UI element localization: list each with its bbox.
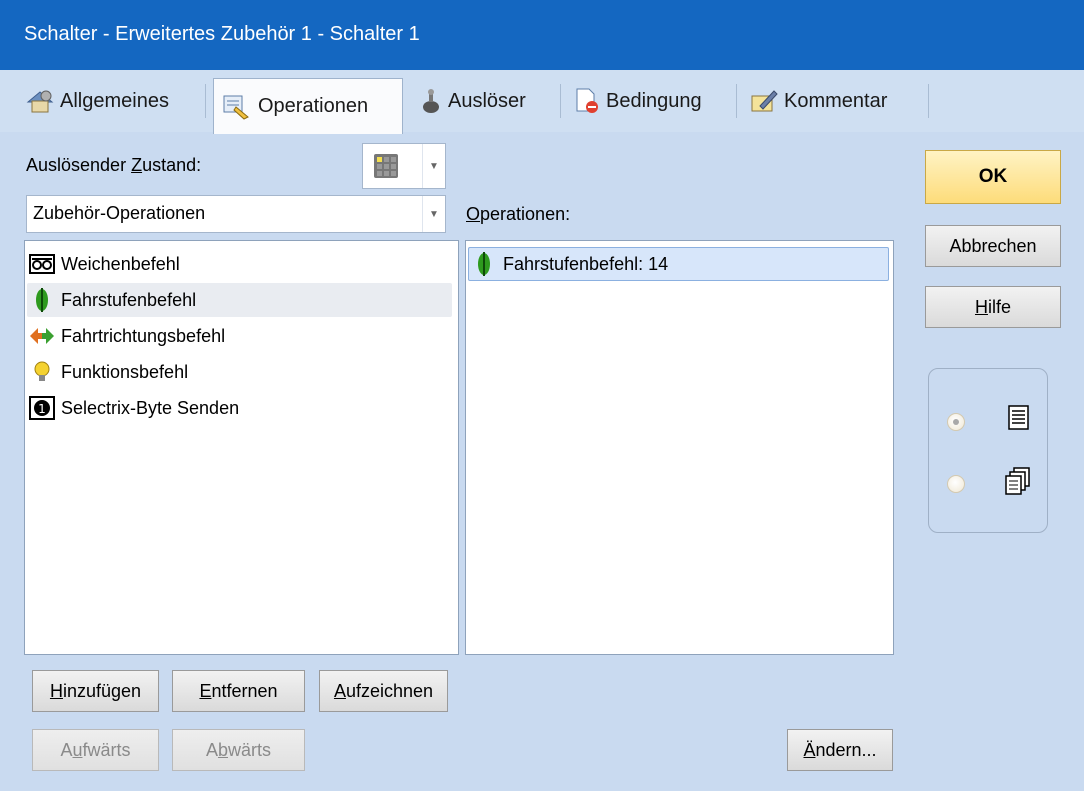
- trigger-state-label: Auslösender Zustand:: [26, 155, 202, 175]
- condition-icon: [576, 88, 598, 113]
- list-item-funktionsbefehl[interactable]: Funktionsbefehl: [27, 355, 452, 389]
- list-item-operation[interactable]: Fahrstufenbefehl: 14: [468, 247, 889, 281]
- tab-operationen[interactable]: Operationen: [213, 78, 403, 134]
- copy-view-icon: [1005, 467, 1030, 495]
- list-item-weichenbefehl[interactable]: Weichenbefehl: [27, 247, 452, 281]
- help-button[interactable]: Hilfe: [925, 286, 1061, 328]
- view-options-panel: [928, 368, 1048, 533]
- trigger-icon: [423, 89, 439, 113]
- record-button[interactable]: Aufzeichnen: [319, 670, 448, 712]
- list-item-fahrtrichtungsbefehl[interactable]: Fahrtrichtungsbefehl: [27, 319, 452, 353]
- comment-icon: [751, 90, 778, 112]
- list-item-label: Selectrix-Byte Senden: [61, 397, 240, 418]
- list-item-label: Fahrtrichtungsbefehl: [61, 325, 226, 346]
- cancel-button[interactable]: Abbrechen: [925, 225, 1061, 267]
- lightbulb-icon: [34, 361, 50, 381]
- trigger-state-dropdown[interactable]: ▼: [362, 143, 446, 189]
- move-down-button[interactable]: Ab wärts: [172, 729, 305, 771]
- window-title: Schalter - Erweitertes Zubehör 1 - Schal…: [24, 23, 420, 45]
- direction-arrows-icon: [30, 328, 54, 344]
- selectrix-byte-icon: 1: [29, 396, 55, 420]
- speed-step-icon: [36, 288, 48, 312]
- move-up-button[interactable]: Au fwärts: [32, 729, 159, 771]
- list-item-label: Funktionsbefehl: [61, 361, 189, 382]
- tab-label: Allgemeines: [60, 89, 169, 112]
- chevron-down-icon[interactable]: ▼: [422, 196, 445, 232]
- tab-label: Kommentar: [784, 89, 888, 112]
- list-item-label: Weichenbefehl: [61, 253, 180, 274]
- state-grid-icon: [374, 154, 398, 178]
- tab-separator: [560, 84, 561, 118]
- tab-bedingung[interactable]: Bedingung: [566, 78, 710, 124]
- operations-label: Operationen:: [466, 204, 571, 224]
- list-item-label: Fahrstufenbefehl: 14: [503, 253, 669, 274]
- list-view-icon: [1008, 405, 1029, 430]
- remove-button[interactable]: Entfernen: [172, 670, 305, 712]
- list-item-label: Fahrstufenbefehl: [61, 289, 197, 310]
- tab-separator: [928, 84, 929, 118]
- tab-bar: Allgemeines Operationen Auslöser Bedingu…: [0, 70, 1084, 134]
- list-item-selectrix-byte[interactable]: 1 Selectrix-Byte Senden: [27, 391, 452, 425]
- title-bar: Schalter - Erweitertes Zubehör 1 - Schal…: [0, 0, 1084, 70]
- command-list[interactable]: Weichenbefehl Fahrstufenbefehl Fahrtrich…: [24, 240, 459, 655]
- view-radio-copy[interactable]: [947, 475, 965, 493]
- operations-list[interactable]: Fahrstufenbefehl: 14: [465, 240, 894, 655]
- tab-label: Bedingung: [606, 89, 702, 112]
- category-value: Zubehör-Operationen: [33, 203, 206, 223]
- operations-icon: [223, 95, 249, 120]
- tab-ausloeser[interactable]: Auslöser: [412, 78, 534, 124]
- chevron-down-icon[interactable]: ▼: [422, 144, 445, 188]
- tab-kommentar[interactable]: Kommentar: [742, 78, 895, 124]
- category-dropdown[interactable]: Zubehör-Operationen ▼: [26, 195, 446, 233]
- tab-label: Auslöser: [448, 89, 526, 112]
- list-item-fahrstufenbefehl[interactable]: Fahrstufenbefehl: [27, 283, 452, 317]
- ok-button[interactable]: OK: [925, 150, 1061, 204]
- svg-text:1: 1: [38, 402, 46, 416]
- tab-label: Operationen: [258, 95, 369, 117]
- tab-allgemeines[interactable]: Allgemeines: [18, 78, 177, 124]
- add-button[interactable]: Hinzufügen: [32, 670, 159, 712]
- settings-house-icon: [26, 90, 54, 113]
- tab-separator: [736, 84, 737, 118]
- speed-step-icon: [478, 252, 490, 276]
- view-radio-list[interactable]: [947, 413, 965, 431]
- switch-command-icon: [29, 254, 55, 274]
- change-button[interactable]: Ändern...: [787, 729, 893, 771]
- tab-separator: [205, 84, 206, 118]
